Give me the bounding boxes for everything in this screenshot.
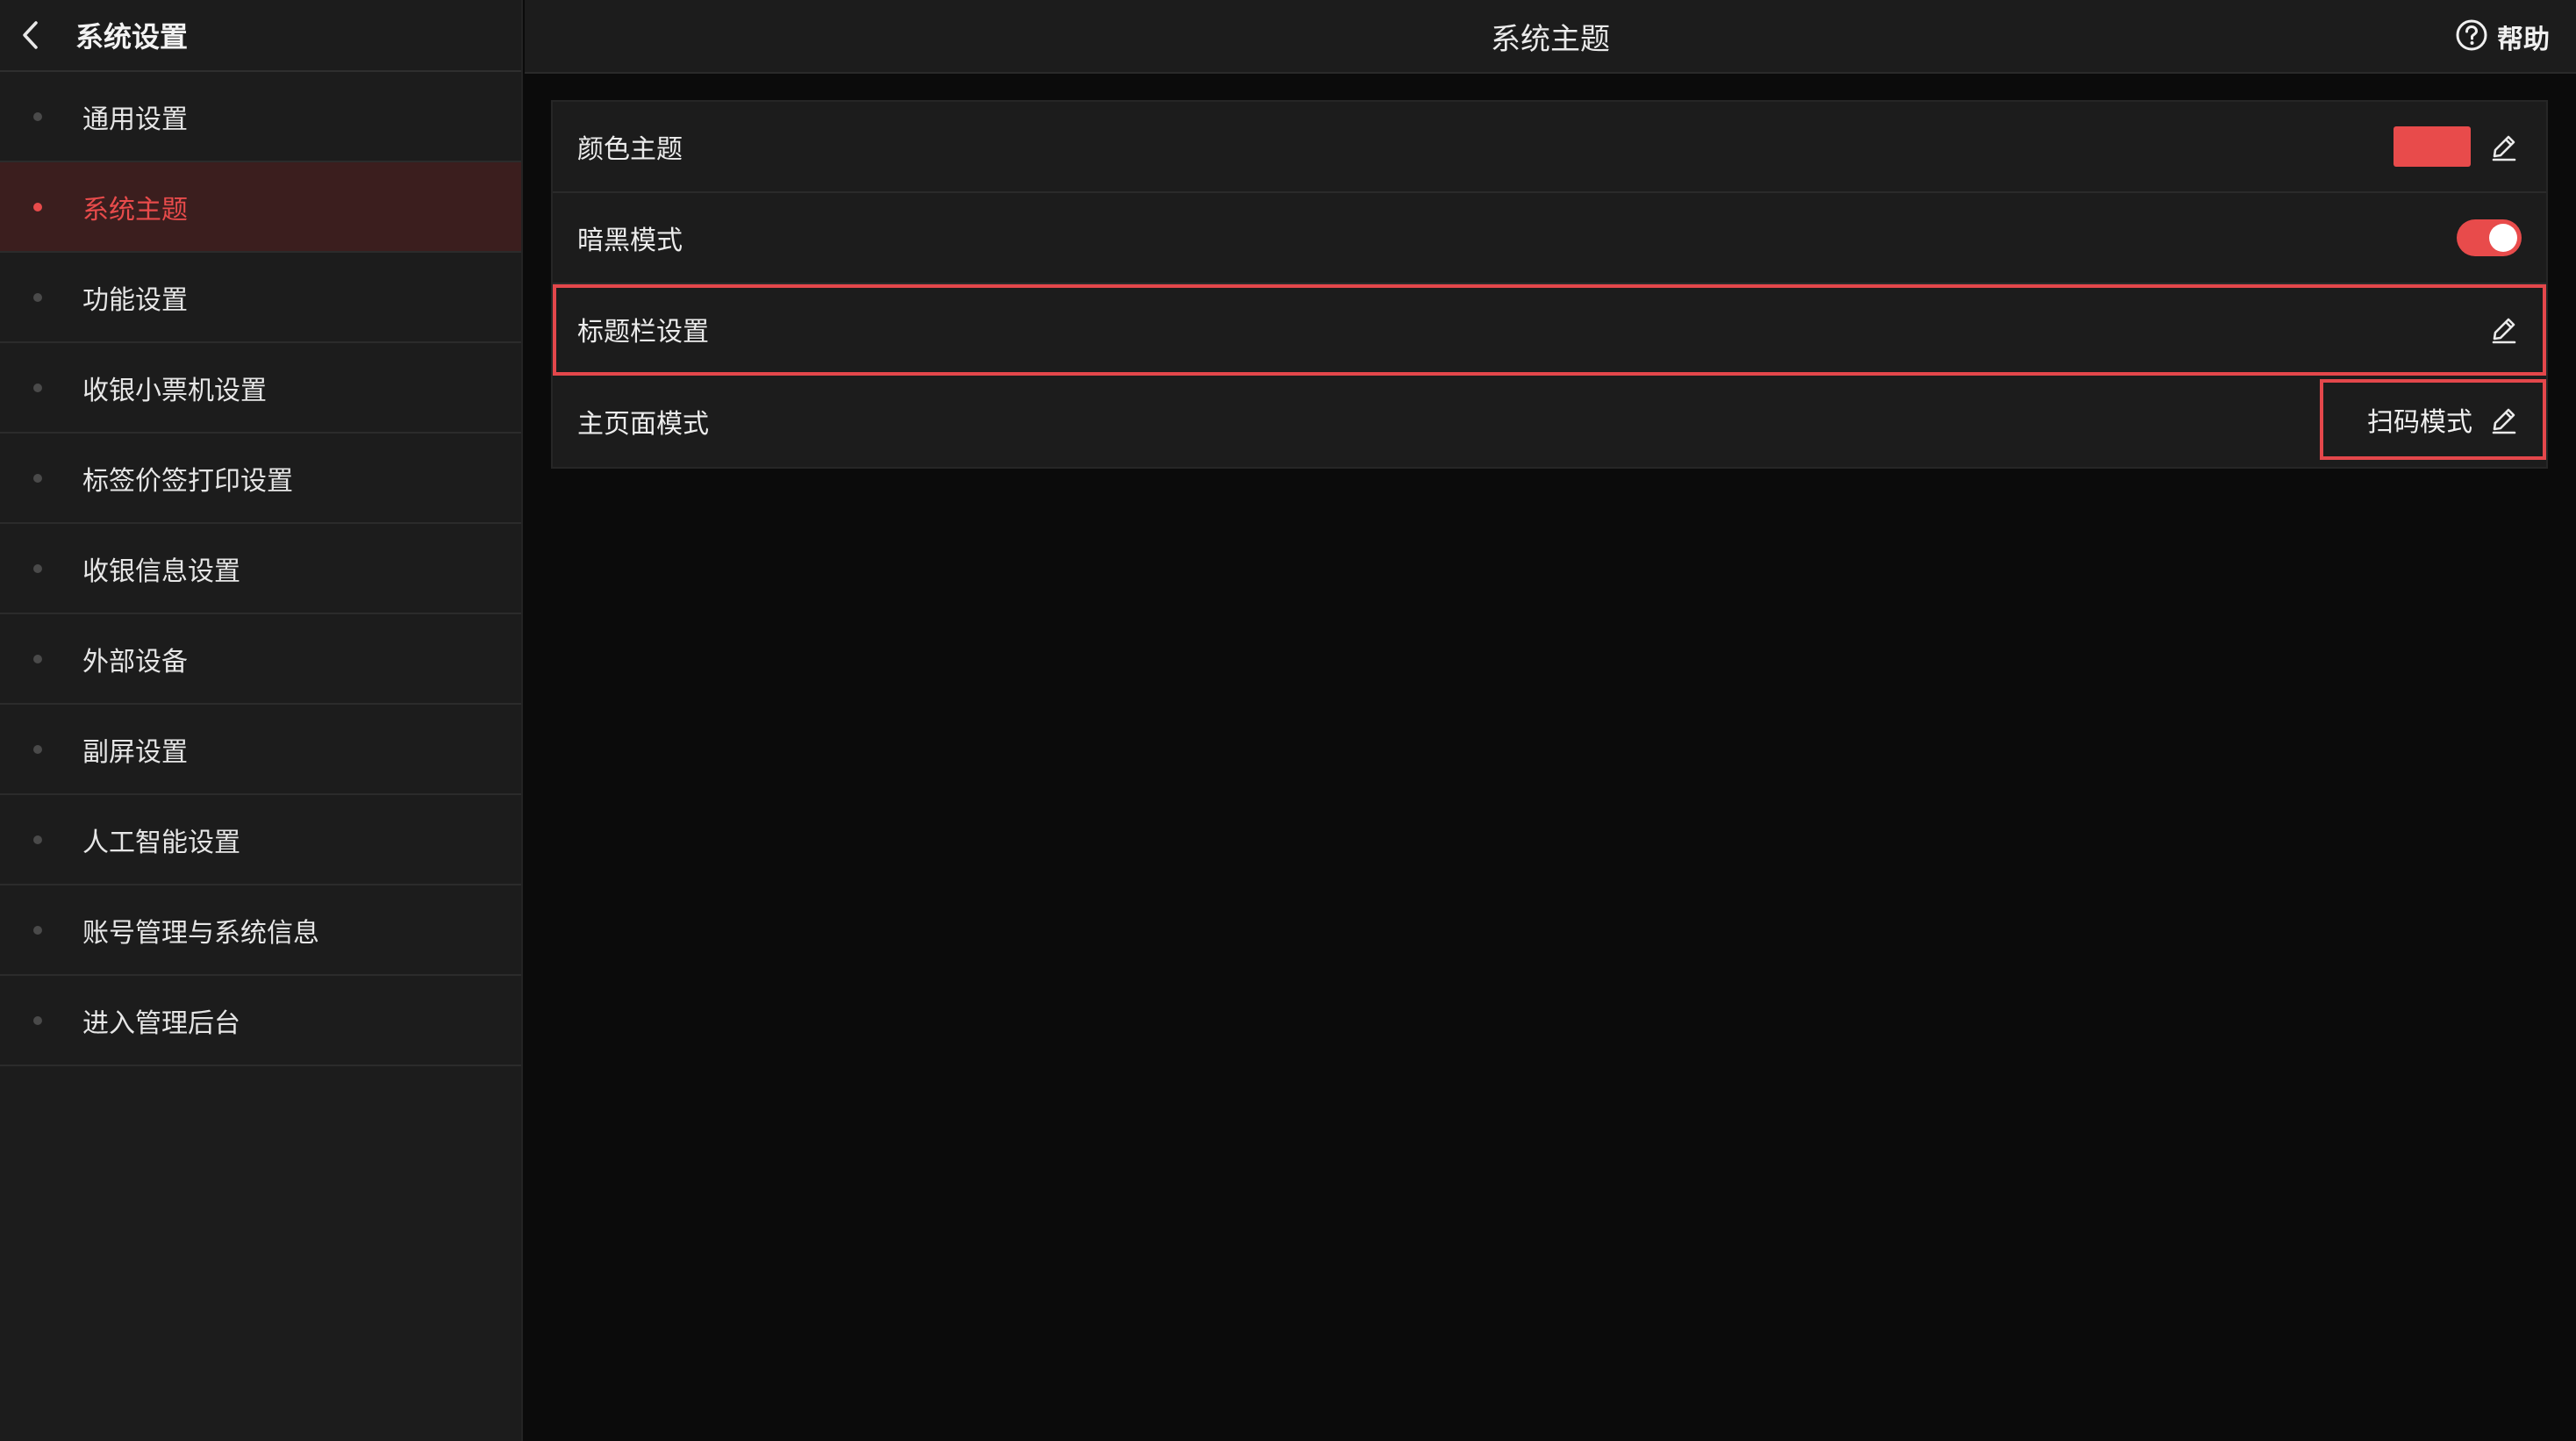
dark-mode-toggle[interactable] [2457,219,2522,256]
sidebar-item-cashier-info[interactable]: 收银信息设置 [0,524,521,614]
sidebar-item-label-printing[interactable]: 标签价签打印设置 [0,434,521,524]
help-button[interactable]: 帮助 [2455,0,2550,74]
sidebar-item-label: 账号管理与系统信息 [82,917,319,949]
dark-mode-controls [2457,193,2522,283]
dark-mode-label: 暗黑模式 [577,226,683,256]
bullet-dot-icon [33,473,42,483]
help-icon [2455,18,2488,55]
bullet-dot-icon [33,744,42,754]
sidebar-item-label: 副屏设置 [82,736,188,768]
toggle-knob [2489,224,2517,252]
color-theme-swatch[interactable] [2394,126,2471,167]
sidebar-item-label: 外部设备 [82,646,188,677]
sidebar-item-features[interactable]: 功能设置 [0,253,521,343]
sidebar-item-general[interactable]: 通用设置 [0,72,521,162]
sidebar-item-label: 收银小票机设置 [82,375,267,406]
pencil-edit-icon[interactable] [2487,312,2522,347]
sidebar-item-label: 收银信息设置 [82,556,240,587]
back-arrow-icon[interactable] [0,0,67,71]
home-page-mode-label: 主页面模式 [577,409,709,440]
sidebar-item-external-devices[interactable]: 外部设备 [0,614,521,705]
bullet-dot-icon [33,835,42,844]
dark-mode-row: 暗黑模式 [553,193,2546,284]
bullet-dot-icon [33,202,42,211]
pencil-edit-icon[interactable] [2487,402,2522,437]
home-page-mode-value: 扫码模式 [2367,407,2472,438]
bullet-dot-icon [33,1015,42,1025]
sidebar-item-secondary-screen[interactable]: 副屏设置 [0,705,521,795]
titlebar-settings-row[interactable]: 标题栏设置 [553,284,2546,376]
titlebar-settings-label: 标题栏设置 [577,317,709,348]
bullet-dot-icon [33,925,42,935]
sidebar-item-label: 功能设置 [82,284,188,316]
sidebar-title: 系统设置 [75,20,189,54]
pencil-edit-icon[interactable] [2487,129,2522,164]
color-theme-controls [2394,102,2522,191]
sidebar-item-label: 进入管理后台 [82,1007,240,1039]
bullet-dot-icon [33,563,42,573]
page-title: 系统主题 [1491,21,1610,57]
bullet-dot-icon [33,111,42,121]
sidebar-item-account-system-info[interactable]: 账号管理与系统信息 [0,885,521,976]
sidebar-item-system-theme[interactable]: 系统主题 [0,162,521,253]
app-root: 系统设置 通用设置 系统主题 功能设置 收银小票机设置 标签价签打印设置 收银信… [0,0,2576,1441]
sidebar-item-admin-backend[interactable]: 进入管理后台 [0,976,521,1066]
bullet-dot-icon [33,383,42,392]
top-bar: 系统主题 帮助 [525,0,2576,74]
main-content: 系统主题 帮助 颜色主题 暗黑模式 标题栏设置 主页面模式 扫码模式 [525,0,2576,1441]
color-theme-label: 颜色主题 [577,134,683,165]
bullet-dot-icon [33,654,42,663]
color-theme-row: 颜色主题 [553,102,2546,193]
home-page-mode-selector[interactable]: 扫码模式 [2320,379,2546,460]
sidebar-header: 系统设置 [0,0,521,72]
sidebar-item-label: 系统主题 [82,194,188,226]
sidebar-item-ai-settings[interactable]: 人工智能设置 [0,795,521,885]
home-page-mode-row: 主页面模式 扫码模式 [553,376,2546,467]
sidebar-item-receipt-printer[interactable]: 收银小票机设置 [0,343,521,434]
sidebar-item-label: 标签价签打印设置 [82,465,293,497]
sidebar: 系统设置 通用设置 系统主题 功能设置 收银小票机设置 标签价签打印设置 收银信… [0,0,523,1441]
titlebar-settings-controls [2487,284,2522,374]
bullet-dot-icon [33,292,42,302]
settings-panel: 颜色主题 暗黑模式 标题栏设置 主页面模式 扫码模式 [551,100,2548,469]
sidebar-item-label: 通用设置 [82,104,188,135]
sidebar-item-label: 人工智能设置 [82,827,240,858]
help-label: 帮助 [2497,25,2550,55]
